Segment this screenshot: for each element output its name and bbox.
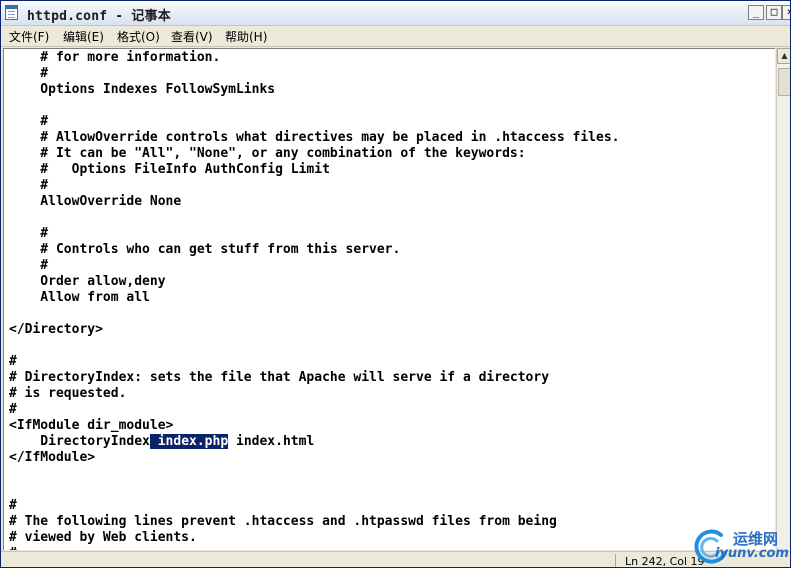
menu-file[interactable]: 文件(F): [9, 28, 49, 45]
notepad-icon[interactable]: [5, 5, 18, 20]
status-divider: [615, 554, 616, 567]
status-bar: Ln 242, Col 19: [1, 551, 790, 567]
text-line: #: [9, 354, 17, 369]
text-line: #: [9, 66, 49, 81]
text-line: # It can be "All", "None", or any combin…: [9, 146, 526, 161]
text-line: # The following lines prevent .htaccess …: [9, 514, 557, 529]
text-line: [9, 306, 619, 322]
watermark-url: iyunv.com: [715, 546, 789, 561]
text-line: </IfModule>: [9, 450, 96, 465]
text-line: #: [9, 498, 17, 513]
text-line: # DirectoryIndex: sets the file that Apa…: [9, 370, 550, 385]
text-line: AllowOverride None: [9, 194, 182, 209]
directory-index-keyword: DirectoryIndex: [9, 434, 150, 449]
text-line: # AllowOverride controls what directives…: [9, 130, 620, 145]
menu-help[interactable]: 帮助(H): [225, 28, 267, 45]
text-line: [9, 98, 619, 114]
text-line: # Options FileInfo AuthConfig Limit: [9, 162, 330, 177]
text-line: [9, 338, 619, 354]
text-line: #: [9, 258, 49, 273]
close-button[interactable]: ×: [782, 5, 790, 20]
window-title: httpd.conf - 记事本: [27, 9, 171, 24]
text-content[interactable]: # for more information. # Options Indexe…: [9, 50, 619, 550]
text-line: Order allow,deny: [9, 274, 166, 289]
text-line: [9, 210, 619, 226]
menu-edit[interactable]: 编辑(E): [63, 28, 104, 45]
watermark-logo: 运维网 iyunv.com: [691, 523, 790, 567]
text-line: #: [9, 178, 49, 193]
text-line: <IfModule dir_module>: [9, 418, 174, 433]
title-bar[interactable]: httpd.conf - 记事本 _ □ ×: [1, 1, 790, 26]
menu-view[interactable]: 查看(V): [171, 28, 213, 45]
text-line: [9, 466, 619, 482]
maximize-button[interactable]: □: [766, 5, 782, 20]
selected-text[interactable]: index.php: [149, 434, 229, 449]
text-editor[interactable]: # for more information. # Options Indexe…: [3, 48, 775, 550]
notepad-window: httpd.conf - 记事本 _ □ × 文件(F) 编辑(E) 格式(O)…: [0, 0, 791, 568]
text-line: # for more information.: [9, 50, 221, 65]
text-line: #: [9, 402, 17, 417]
menu-format[interactable]: 格式(O): [117, 28, 160, 45]
menu-bar: 文件(F) 编辑(E) 格式(O) 查看(V) 帮助(H): [1, 26, 790, 47]
directory-index-rest: index.html: [228, 434, 315, 449]
text-line: #: [9, 546, 619, 550]
scrollbar-thumb[interactable]: [778, 68, 790, 96]
text-line: Allow from all: [9, 290, 150, 305]
text-line: #: [9, 114, 49, 129]
minimize-button[interactable]: _: [748, 5, 764, 20]
scroll-up-arrow-icon[interactable]: ▲: [777, 48, 790, 64]
text-line: #: [9, 226, 49, 241]
text-line: # is requested.: [9, 386, 127, 401]
text-line: [9, 482, 619, 498]
text-line: </Directory>: [9, 322, 103, 337]
vertical-scrollbar[interactable]: ▲: [776, 48, 790, 550]
directory-index-line: DirectoryIndex index.php index.html: [9, 434, 619, 450]
text-line: # viewed by Web clients.: [9, 530, 197, 545]
text-line: # Controls who can get stuff from this s…: [9, 242, 401, 257]
text-line: Options Indexes FollowSymLinks: [9, 82, 276, 97]
